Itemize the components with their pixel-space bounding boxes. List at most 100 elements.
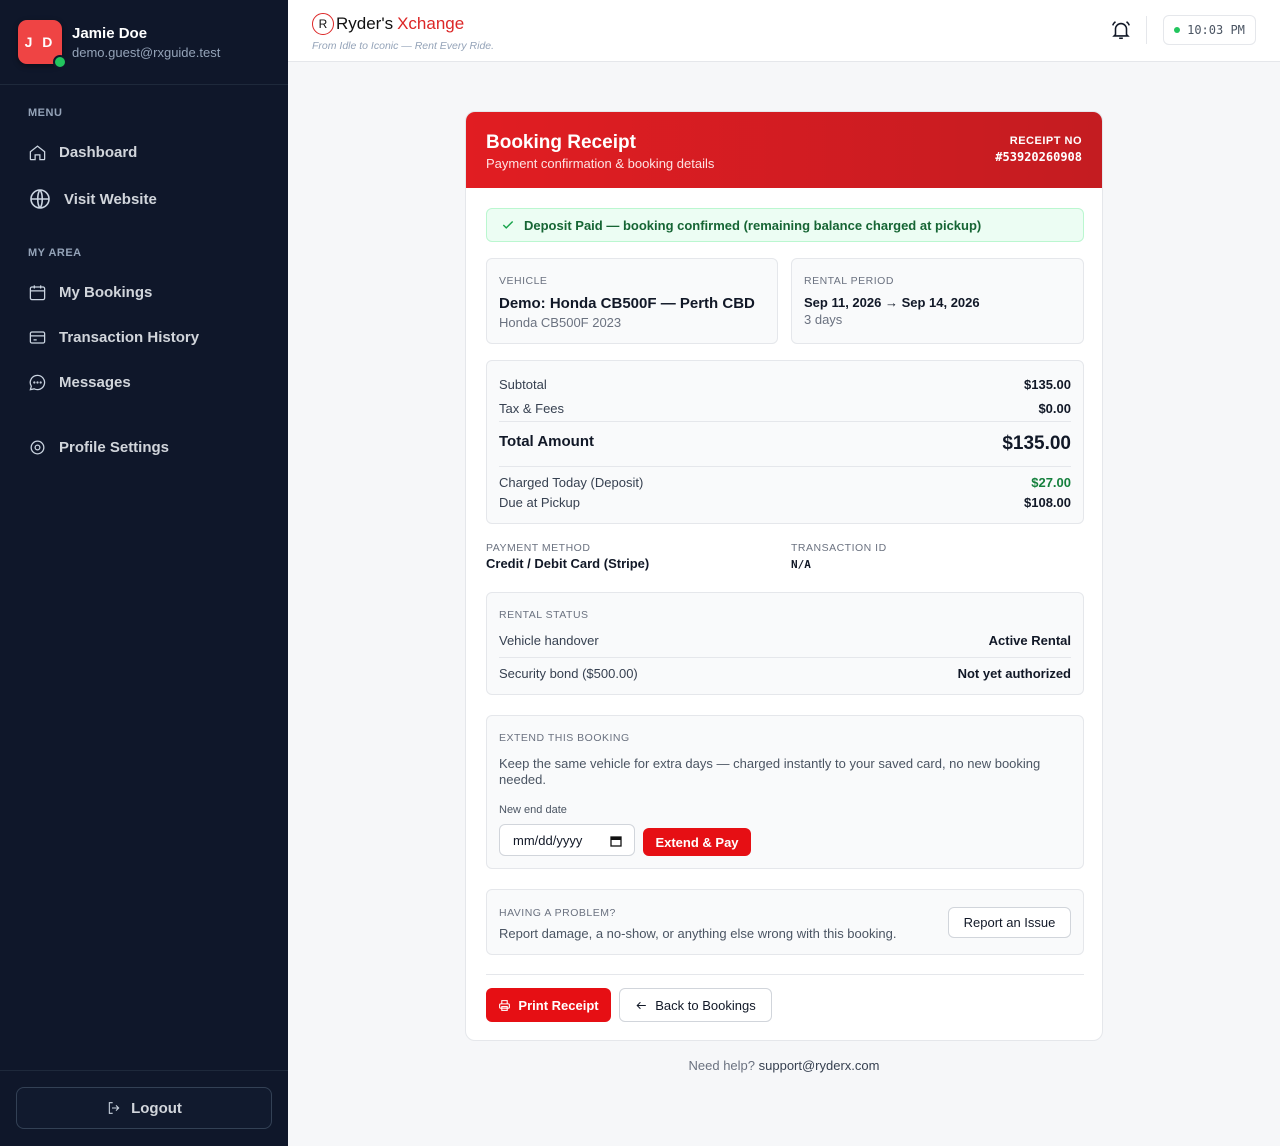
charged-today-row: Charged Today (Deposit) $27.00 bbox=[499, 475, 1071, 490]
sidebar-item-transaction-history[interactable]: Transaction History bbox=[28, 328, 199, 347]
vehicle-name: Demo: Honda CB500F — Perth CBD bbox=[499, 295, 755, 312]
receipt-title: Booking Receipt bbox=[486, 132, 636, 153]
problem-description: Report damage, a no-show, or anything el… bbox=[499, 926, 897, 941]
total-row: Total Amount $135.00 bbox=[499, 433, 1071, 455]
receipt-no: #53920260908 bbox=[995, 150, 1082, 164]
sidebar: J D Jamie Doe demo.guest@rxguide.test ME… bbox=[0, 0, 288, 1146]
sidebar-item-label: Transaction History bbox=[59, 329, 200, 346]
due-value: $108.00 bbox=[1024, 495, 1071, 510]
problem-label: HAVING A PROBLEM? bbox=[499, 907, 616, 919]
logo-xchange: Xchange bbox=[397, 14, 465, 33]
support-email-link[interactable]: support@ryderx.com bbox=[759, 1058, 880, 1073]
subtotal-row: Subtotal $135.00 bbox=[499, 377, 1071, 392]
bell-icon[interactable] bbox=[1110, 19, 1132, 41]
totals-box: Subtotal $135.00 Tax & Fees $0.00 Total … bbox=[486, 360, 1084, 524]
clock-time: 10:03 PM bbox=[1187, 23, 1245, 37]
printer-icon bbox=[499, 999, 511, 1011]
divider bbox=[486, 974, 1084, 975]
sidebar-item-label: Profile Settings bbox=[59, 439, 170, 456]
divider bbox=[499, 421, 1071, 422]
new-end-date-input[interactable]: mm/dd/yyyy bbox=[499, 824, 635, 856]
period-days: 3 days bbox=[804, 312, 843, 327]
logo-ryder: Ryder's bbox=[336, 14, 394, 33]
help-text: Need help? bbox=[688, 1058, 756, 1073]
receipt-no-label: RECEIPT NO bbox=[1009, 135, 1082, 147]
receipt-header: Booking Receipt Payment confirmation & b… bbox=[466, 112, 1102, 188]
tagline: From Idle to Iconic — Rent Every Ride. bbox=[312, 40, 495, 52]
avatar-initials: J D bbox=[24, 34, 56, 50]
avatar[interactable]: J D bbox=[18, 20, 67, 69]
sidebar-item-messages[interactable]: Messages bbox=[28, 373, 131, 392]
extend-label: EXTEND THIS BOOKING bbox=[499, 732, 630, 744]
booking-receipt-card: Booking Receipt Payment confirmation & b… bbox=[465, 111, 1103, 1041]
sidebar-item-profile-settings[interactable]: Profile Settings bbox=[28, 438, 169, 457]
handover-value: Active Rental bbox=[988, 633, 1071, 648]
sidebar-item-visit-website[interactable]: Visit Website bbox=[28, 187, 157, 211]
transaction-id: TRANSACTION ID N/A bbox=[791, 542, 1081, 571]
period-dates: Sep 11, 2026 → Sep 14, 2026 bbox=[804, 295, 980, 310]
globe-icon bbox=[30, 189, 50, 209]
vehicle-label: VEHICLE bbox=[499, 275, 548, 287]
tax-label: Tax & Fees bbox=[499, 401, 565, 416]
tax-row: Tax & Fees $0.00 bbox=[499, 401, 1071, 416]
payment-method-value: Credit / Debit Card (Stripe) bbox=[486, 556, 650, 571]
transaction-id-label: TRANSACTION ID bbox=[791, 542, 887, 554]
user-profile: J D Jamie Doe demo.guest@rxguide.test bbox=[0, 0, 288, 85]
payment-method: PAYMENT METHOD Credit / Debit Card (Stri… bbox=[486, 542, 776, 571]
calendar-icon bbox=[29, 285, 46, 301]
logout-button[interactable]: Logout bbox=[16, 1087, 272, 1129]
extend-pay-button[interactable]: Extend & Pay bbox=[643, 828, 751, 856]
logout-label: Logout bbox=[131, 1099, 182, 1117]
nav-heading-my-area: MY AREA bbox=[28, 247, 82, 259]
vehicle-model: Honda CB500F 2023 bbox=[499, 315, 622, 330]
divider bbox=[499, 466, 1071, 467]
receipt-subtitle: Payment confirmation & booking details bbox=[486, 156, 715, 171]
online-dot bbox=[1174, 27, 1181, 33]
due-at-pickup-row: Due at Pickup $108.00 bbox=[499, 495, 1071, 510]
bond-row: Security bond ($500.00) Not yet authoriz… bbox=[499, 666, 1071, 681]
charged-label: Charged Today (Deposit) bbox=[499, 475, 644, 490]
subtotal-value: $135.00 bbox=[1024, 377, 1071, 392]
transaction-id-value: N/A bbox=[791, 558, 811, 571]
sidebar-item-dashboard[interactable]: Dashboard bbox=[28, 143, 137, 162]
chat-icon bbox=[29, 374, 46, 391]
extend-description: Keep the same vehicle for extra days — c… bbox=[499, 756, 1041, 787]
sidebar-item-label: Messages bbox=[59, 374, 131, 391]
arrow-left-icon bbox=[636, 1001, 647, 1009]
deposit-paid-alert: Deposit Paid — booking confirmed (remain… bbox=[486, 208, 1084, 242]
check-icon bbox=[502, 221, 514, 229]
vehicle-box: VEHICLE Demo: Honda CB500F — Perth CBD H… bbox=[486, 258, 778, 344]
home-icon bbox=[29, 145, 46, 161]
charged-value: $27.00 bbox=[1031, 475, 1071, 490]
total-label: Total Amount bbox=[499, 433, 594, 450]
handover-row: Vehicle handover Active Rental bbox=[499, 633, 1071, 648]
print-label: Print Receipt bbox=[518, 997, 599, 1013]
tax-value: $0.00 bbox=[1038, 401, 1071, 416]
logo-mark: R bbox=[312, 13, 334, 35]
report-issue-button[interactable]: Report an Issue bbox=[948, 907, 1071, 938]
date-placeholder: mm/dd/yyyy bbox=[513, 832, 583, 848]
sidebar-item-label: My Bookings bbox=[59, 284, 153, 301]
settings-icon bbox=[30, 440, 45, 455]
nav-heading-menu: MENU bbox=[28, 107, 63, 119]
rental-status-box: RENTAL STATUS Vehicle handover Active Re… bbox=[486, 592, 1084, 695]
back-label: Back to Bookings bbox=[655, 997, 756, 1013]
header-divider bbox=[1146, 16, 1147, 44]
logout-area: Logout bbox=[0, 1070, 288, 1146]
report-problem-box: HAVING A PROBLEM? Report damage, a no-sh… bbox=[486, 889, 1084, 955]
handover-label: Vehicle handover bbox=[499, 633, 599, 648]
print-receipt-button[interactable]: Print Receipt bbox=[486, 988, 611, 1022]
rental-status-label: RENTAL STATUS bbox=[499, 609, 589, 621]
user-email: demo.guest@rxguide.test bbox=[72, 44, 221, 60]
due-label: Due at Pickup bbox=[499, 495, 580, 510]
online-status-dot bbox=[53, 55, 67, 69]
bond-label: Security bond ($500.00) bbox=[499, 666, 638, 681]
sidebar-item-label: Visit Website bbox=[64, 190, 157, 208]
extend-booking-box: EXTEND THIS BOOKING Keep the same vehicl… bbox=[486, 715, 1084, 869]
rental-period-box: RENTAL PERIOD Sep 11, 2026 → Sep 14, 202… bbox=[791, 258, 1084, 344]
sidebar-item-my-bookings[interactable]: My Bookings bbox=[28, 283, 152, 302]
alert-text: Deposit Paid — booking confirmed (remain… bbox=[524, 217, 982, 233]
brand-logo[interactable]: R Ryder's Xchange bbox=[312, 13, 464, 35]
calendar-picker-icon[interactable] bbox=[610, 835, 622, 847]
back-to-bookings-button[interactable]: Back to Bookings bbox=[619, 988, 772, 1022]
